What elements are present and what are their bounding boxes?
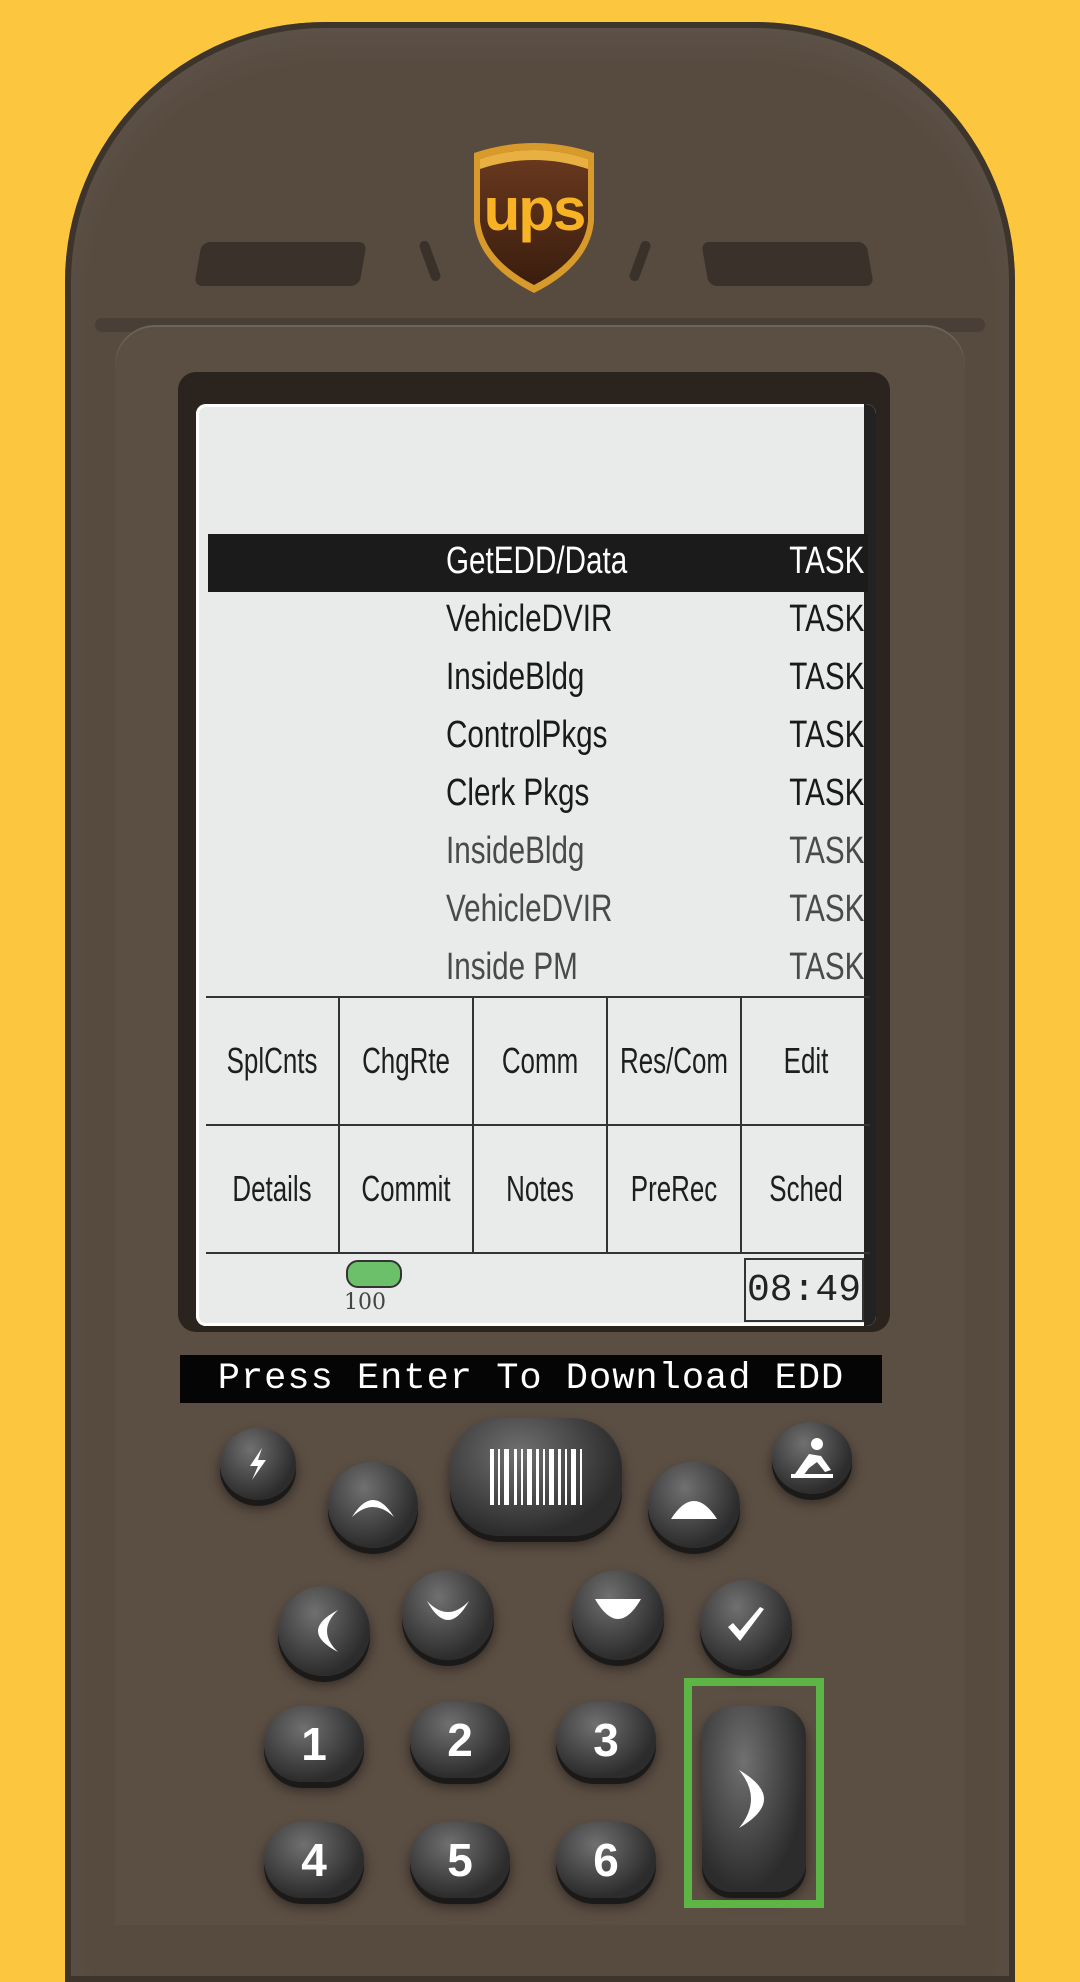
- task-tag: TASK: [788, 714, 864, 756]
- softkey-commit[interactable]: Commit: [340, 1126, 474, 1254]
- softkey-chgrte[interactable]: ChgRte: [340, 998, 474, 1126]
- softkey-comm[interactable]: Comm: [474, 998, 608, 1126]
- softkey-sched[interactable]: Sched: [742, 1126, 870, 1254]
- key-1[interactable]: 1: [264, 1706, 364, 1782]
- task-name: VehicleDVIR: [446, 598, 613, 640]
- back-key[interactable]: [278, 1586, 370, 1676]
- key-3[interactable]: 3: [556, 1702, 656, 1778]
- barcode-scan-icon: [490, 1449, 582, 1505]
- softkey-res-com[interactable]: Res/Com: [608, 998, 742, 1126]
- logo-text: ups: [483, 176, 587, 243]
- power-key[interactable]: [220, 1428, 296, 1500]
- task-row[interactable]: ControlPkgs TASK: [208, 708, 868, 766]
- softkey-prerec[interactable]: PreRec: [608, 1126, 742, 1254]
- up-arrow-icon: [671, 1501, 717, 1519]
- softkey-notes[interactable]: Notes: [474, 1126, 608, 1254]
- task-list: GetEDD/Data TASK VehicleDVIR TASK Inside…: [208, 534, 868, 998]
- battery-percent: 100: [344, 1290, 386, 1315]
- check-icon: [728, 1607, 764, 1641]
- softkey-label: Res/Com: [619, 1040, 729, 1081]
- person-icon: [791, 1438, 833, 1478]
- speaker-slot-right: [701, 242, 874, 286]
- task-row[interactable]: GetEDD/Data TASK: [208, 534, 868, 592]
- task-name: Clerk Pkgs: [446, 772, 590, 814]
- task-name: VehicleDVIR: [446, 888, 613, 930]
- speaker-slot-left: [194, 242, 367, 286]
- page-up-key[interactable]: [648, 1462, 740, 1548]
- softkey-label: Details: [232, 1168, 312, 1209]
- softkey-grid: SplCnts ChgRte Comm Res/Com Edit Details…: [206, 996, 870, 1254]
- device-screen: GetEDD/Data TASK VehicleDVIR TASK Inside…: [196, 404, 876, 1326]
- softkey-label: ChgRte: [362, 1040, 450, 1081]
- softkey-label: Comm: [501, 1040, 579, 1081]
- down-arrow-icon: [427, 1601, 469, 1620]
- task-row[interactable]: VehicleDVIR TASK: [208, 592, 868, 650]
- softkey-label: PreRec: [630, 1168, 718, 1209]
- user-key[interactable]: [772, 1422, 852, 1494]
- softkey-label: Sched: [769, 1168, 843, 1209]
- task-row[interactable]: Clerk Pkgs TASK: [208, 766, 868, 824]
- left-arrow-icon: [318, 1610, 338, 1652]
- power-icon: [250, 1448, 266, 1480]
- softkey-splcnts[interactable]: SplCnts: [206, 998, 340, 1126]
- ups-logo: ups: [466, 135, 602, 295]
- softkey-edit[interactable]: Edit: [742, 998, 870, 1126]
- softkey-label: Commit: [361, 1168, 451, 1209]
- scan-key[interactable]: [450, 1418, 622, 1536]
- message-bar: Press Enter To Download EDD: [180, 1355, 882, 1403]
- task-name: GetEDD/Data: [446, 540, 628, 582]
- task-name: Inside PM: [446, 946, 578, 988]
- key-6[interactable]: 6: [556, 1822, 656, 1898]
- task-tag: TASK: [788, 888, 864, 930]
- task-tag: TASK: [788, 946, 864, 988]
- task-name: ControlPkgs: [446, 714, 608, 756]
- task-row[interactable]: InsideBldg TASK: [208, 824, 868, 882]
- page-down-key[interactable]: [572, 1570, 664, 1660]
- softkey-label: Edit: [783, 1040, 829, 1081]
- up-key[interactable]: [328, 1462, 418, 1548]
- softkey-label: SplCnts: [226, 1040, 318, 1081]
- down-arrow-icon: [595, 1599, 641, 1619]
- key-4[interactable]: 4: [264, 1822, 364, 1898]
- task-tag: TASK: [788, 540, 864, 582]
- task-tag: TASK: [788, 772, 864, 814]
- battery-icon: [346, 1260, 402, 1288]
- softkey-details[interactable]: Details: [206, 1126, 340, 1254]
- task-row[interactable]: VehicleDVIR TASK: [208, 882, 868, 940]
- up-arrow-icon: [352, 1500, 394, 1517]
- task-tag: TASK: [788, 830, 864, 872]
- task-tag: TASK: [788, 656, 864, 698]
- task-row[interactable]: InsideBldg TASK: [208, 650, 868, 708]
- status-bar: 100 08:49: [206, 1252, 870, 1322]
- key-2[interactable]: 2: [410, 1702, 510, 1778]
- task-row[interactable]: Inside PM TASK: [208, 940, 868, 998]
- check-key[interactable]: [700, 1580, 792, 1670]
- task-name: InsideBldg: [446, 656, 585, 698]
- enter-key-highlight: [684, 1678, 824, 1908]
- down-key[interactable]: [402, 1570, 494, 1660]
- task-tag: TASK: [788, 598, 864, 640]
- softkey-label: Notes: [506, 1168, 574, 1209]
- key-5[interactable]: 5: [410, 1822, 510, 1898]
- task-name: InsideBldg: [446, 830, 585, 872]
- clock: 08:49: [744, 1258, 864, 1322]
